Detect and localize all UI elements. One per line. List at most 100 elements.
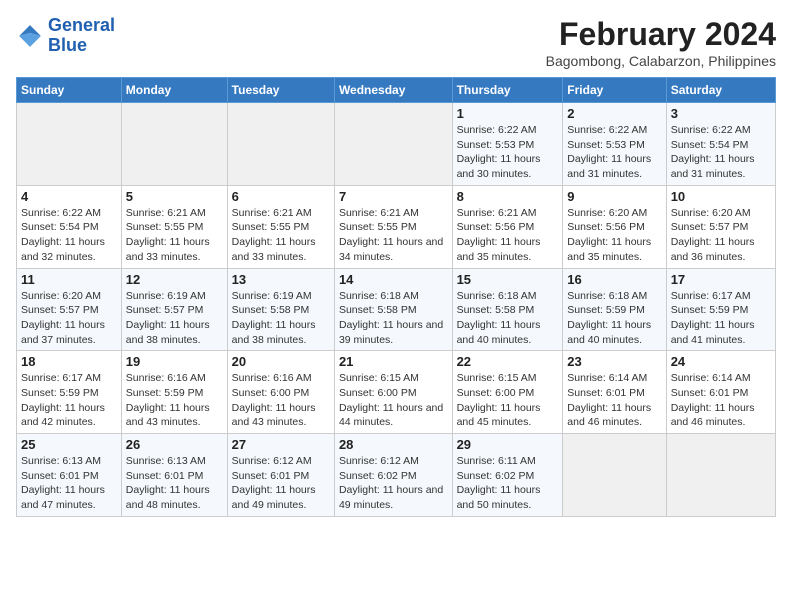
day-info: Sunrise: 6:17 AM Sunset: 5:59 PM Dayligh…: [671, 289, 771, 348]
day-number: 23: [567, 354, 661, 369]
day-info: Sunrise: 6:21 AM Sunset: 5:55 PM Dayligh…: [232, 206, 330, 265]
day-number: 6: [232, 189, 330, 204]
calendar-cell: 4 Sunrise: 6:22 AM Sunset: 5:54 PM Daylig…: [17, 185, 122, 268]
day-info: Sunrise: 6:16 AM Sunset: 5:59 PM Dayligh…: [126, 371, 223, 430]
header-day: Saturday: [666, 78, 775, 103]
day-info: Sunrise: 6:22 AM Sunset: 5:54 PM Dayligh…: [671, 123, 771, 182]
header-day: Monday: [121, 78, 227, 103]
calendar-cell: 15 Sunrise: 6:18 AM Sunset: 5:58 PM Dayli…: [452, 268, 563, 351]
day-info: Sunrise: 6:17 AM Sunset: 5:59 PM Dayligh…: [21, 371, 117, 430]
calendar-cell: 24Sunrise: 6:14 AM Sunset: 6:01 PM Dayli…: [666, 351, 775, 434]
calendar-cell: [227, 103, 334, 186]
header-day: Friday: [563, 78, 666, 103]
day-info: Sunrise: 6:22 AM Sunset: 5:53 PM Dayligh…: [457, 123, 559, 182]
calendar-cell: 2 Sunrise: 6:22 AM Sunset: 5:53 PM Daylig…: [563, 103, 666, 186]
day-info: Sunrise: 6:20 AM Sunset: 5:57 PM Dayligh…: [671, 206, 771, 265]
calendar-week: 1 Sunrise: 6:22 AM Sunset: 5:53 PM Daylig…: [17, 103, 776, 186]
day-number: 12: [126, 272, 223, 287]
day-number: 21: [339, 354, 448, 369]
day-number: 8: [457, 189, 559, 204]
day-info: Sunrise: 6:15 AM Sunset: 6:00 PM Dayligh…: [339, 371, 448, 430]
day-number: 11: [21, 272, 117, 287]
day-info: Sunrise: 6:15 AM Sunset: 6:00 PM Dayligh…: [457, 371, 559, 430]
day-info: Sunrise: 6:22 AM Sunset: 5:54 PM Dayligh…: [21, 206, 117, 265]
calendar-cell: 29Sunrise: 6:11 AM Sunset: 6:02 PM Dayli…: [452, 434, 563, 517]
calendar-cell: [563, 434, 666, 517]
day-info: Sunrise: 6:18 AM Sunset: 5:59 PM Dayligh…: [567, 289, 661, 348]
day-info: Sunrise: 6:19 AM Sunset: 5:57 PM Dayligh…: [126, 289, 223, 348]
calendar-cell: 23 Sunrise: 6:14 AM Sunset: 6:01 PM Dayli…: [563, 351, 666, 434]
day-number: 1: [457, 106, 559, 121]
calendar-cell: 13Sunrise: 6:19 AM Sunset: 5:58 PM Dayli…: [227, 268, 334, 351]
day-number: 15: [457, 272, 559, 287]
day-number: 2: [567, 106, 661, 121]
calendar-cell: 7 Sunrise: 6:21 AM Sunset: 5:55 PM Daylig…: [334, 185, 452, 268]
day-number: 5: [126, 189, 223, 204]
calendar-cell: [334, 103, 452, 186]
day-number: 27: [232, 437, 330, 452]
day-number: 4: [21, 189, 117, 204]
header-day: Sunday: [17, 78, 122, 103]
day-info: Sunrise: 6:14 AM Sunset: 6:01 PM Dayligh…: [671, 371, 771, 430]
day-info: Sunrise: 6:12 AM Sunset: 6:01 PM Dayligh…: [232, 454, 330, 513]
calendar-cell: 12 Sunrise: 6:19 AM Sunset: 5:57 PM Dayli…: [121, 268, 227, 351]
calendar-cell: [666, 434, 775, 517]
calendar-cell: 3Sunrise: 6:22 AM Sunset: 5:54 PM Daylig…: [666, 103, 775, 186]
calendar-cell: 28Sunrise: 6:12 AM Sunset: 6:02 PM Dayli…: [334, 434, 452, 517]
calendar-cell: 1 Sunrise: 6:22 AM Sunset: 5:53 PM Daylig…: [452, 103, 563, 186]
logo-text: GeneralBlue: [48, 16, 115, 56]
day-number: 22: [457, 354, 559, 369]
day-number: 7: [339, 189, 448, 204]
day-number: 28: [339, 437, 448, 452]
calendar-cell: 21 Sunrise: 6:15 AM Sunset: 6:00 PM Dayli…: [334, 351, 452, 434]
calendar-week: 11 Sunrise: 6:20 AM Sunset: 5:57 PM Dayli…: [17, 268, 776, 351]
day-info: Sunrise: 6:21 AM Sunset: 5:55 PM Dayligh…: [126, 206, 223, 265]
calendar-cell: 6 Sunrise: 6:21 AM Sunset: 5:55 PM Daylig…: [227, 185, 334, 268]
calendar-cell: 27 Sunrise: 6:12 AM Sunset: 6:01 PM Dayli…: [227, 434, 334, 517]
day-info: Sunrise: 6:16 AM Sunset: 6:00 PM Dayligh…: [232, 371, 330, 430]
day-info: Sunrise: 6:13 AM Sunset: 6:01 PM Dayligh…: [21, 454, 117, 513]
header-day: Thursday: [452, 78, 563, 103]
calendar-cell: 20 Sunrise: 6:16 AM Sunset: 6:00 PM Dayli…: [227, 351, 334, 434]
calendar-cell: 16 Sunrise: 6:18 AM Sunset: 5:59 PM Dayli…: [563, 268, 666, 351]
logo: GeneralBlue: [16, 16, 115, 56]
day-info: Sunrise: 6:20 AM Sunset: 5:57 PM Dayligh…: [21, 289, 117, 348]
day-number: 16: [567, 272, 661, 287]
calendar-title: February 2024: [546, 16, 776, 53]
calendar-cell: 19 Sunrise: 6:16 AM Sunset: 5:59 PM Dayli…: [121, 351, 227, 434]
day-number: 10: [671, 189, 771, 204]
calendar-cell: 8 Sunrise: 6:21 AM Sunset: 5:56 PM Daylig…: [452, 185, 563, 268]
calendar-week: 18 Sunrise: 6:17 AM Sunset: 5:59 PM Dayli…: [17, 351, 776, 434]
calendar-header: SundayMondayTuesdayWednesdayThursdayFrid…: [17, 78, 776, 103]
day-info: Sunrise: 6:18 AM Sunset: 5:58 PM Dayligh…: [339, 289, 448, 348]
day-info: Sunrise: 6:18 AM Sunset: 5:58 PM Dayligh…: [457, 289, 559, 348]
page-header: GeneralBlue February 2024 Bagombong, Cal…: [16, 16, 776, 69]
day-info: Sunrise: 6:14 AM Sunset: 6:01 PM Dayligh…: [567, 371, 661, 430]
day-number: 17: [671, 272, 771, 287]
day-info: Sunrise: 6:22 AM Sunset: 5:53 PM Dayligh…: [567, 123, 661, 182]
day-info: Sunrise: 6:21 AM Sunset: 5:55 PM Dayligh…: [339, 206, 448, 265]
calendar-cell: 5 Sunrise: 6:21 AM Sunset: 5:55 PM Daylig…: [121, 185, 227, 268]
calendar-cell: 10 Sunrise: 6:20 AM Sunset: 5:57 PM Dayli…: [666, 185, 775, 268]
calendar-cell: 9 Sunrise: 6:20 AM Sunset: 5:56 PM Daylig…: [563, 185, 666, 268]
day-number: 19: [126, 354, 223, 369]
calendar-cell: 26 Sunrise: 6:13 AM Sunset: 6:01 PM Dayli…: [121, 434, 227, 517]
day-number: 13: [232, 272, 330, 287]
calendar-week: 25 Sunrise: 6:13 AM Sunset: 6:01 PM Dayli…: [17, 434, 776, 517]
day-number: 20: [232, 354, 330, 369]
calendar-subtitle: Bagombong, Calabarzon, Philippines: [546, 53, 776, 69]
calendar-cell: 25 Sunrise: 6:13 AM Sunset: 6:01 PM Dayli…: [17, 434, 122, 517]
calendar-cell: 14Sunrise: 6:18 AM Sunset: 5:58 PM Dayli…: [334, 268, 452, 351]
day-info: Sunrise: 6:20 AM Sunset: 5:56 PM Dayligh…: [567, 206, 661, 265]
title-block: February 2024 Bagombong, Calabarzon, Phi…: [546, 16, 776, 69]
day-info: Sunrise: 6:21 AM Sunset: 5:56 PM Dayligh…: [457, 206, 559, 265]
day-info: Sunrise: 6:13 AM Sunset: 6:01 PM Dayligh…: [126, 454, 223, 513]
day-number: 26: [126, 437, 223, 452]
calendar-cell: [17, 103, 122, 186]
day-number: 18: [21, 354, 117, 369]
day-number: 25: [21, 437, 117, 452]
day-number: 9: [567, 189, 661, 204]
calendar-week: 4 Sunrise: 6:22 AM Sunset: 5:54 PM Daylig…: [17, 185, 776, 268]
calendar-cell: [121, 103, 227, 186]
calendar-table: SundayMondayTuesdayWednesdayThursdayFrid…: [16, 77, 776, 517]
